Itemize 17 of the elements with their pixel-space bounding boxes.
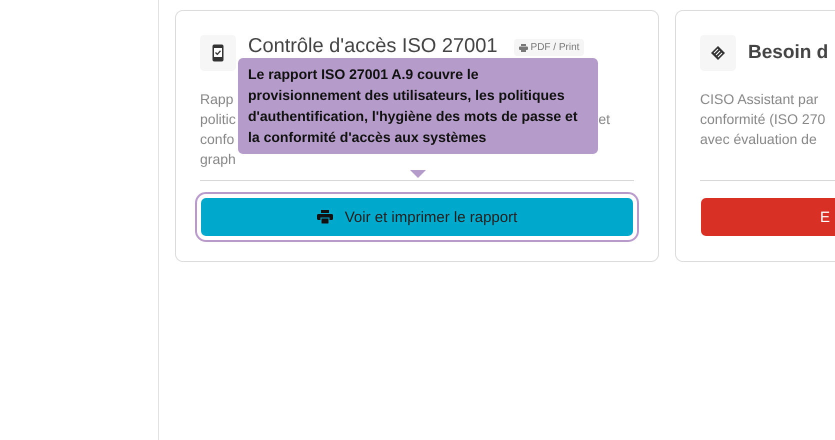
tooltip: Le rapport ISO 27001 A.9 couvre le provisionnement des utilisateurs, les politiques d'authentification, l'hygiène des mots de passe et la conformité d'accès aux systèmes [238,58,598,154]
description-text: confo [200,130,234,149]
card-title: Besoin d [748,41,828,65]
description-text: avec évaluation de [700,130,817,149]
description-text: graph [200,150,236,169]
tooltip-arrow [410,170,426,178]
description-text: Rapp [200,90,234,109]
view-print-report-button[interactable]: Voir et imprimer le rapport [195,192,639,242]
pdf-print-badge: PDF / Print [514,39,584,56]
printer-icon [316,210,333,224]
phone-check-icon [212,44,224,62]
description-text: CISO Assistant par [700,90,818,109]
printer-icon [518,44,528,52]
description-text: conformité (ISO 270 [700,110,826,129]
description-text: politic [200,110,236,129]
description-text: et [598,110,610,129]
card-title: Contrôle d'accès ISO 27001 [248,36,498,56]
